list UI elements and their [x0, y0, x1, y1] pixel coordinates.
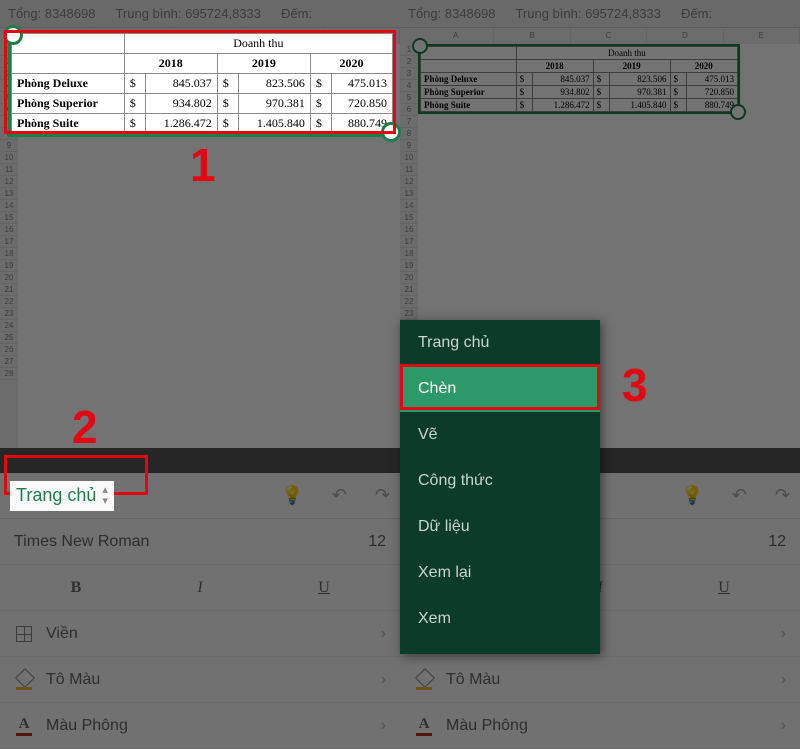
- chevron-right-icon: ›: [381, 625, 386, 643]
- menu-item-data[interactable]: Dữ liệu: [400, 504, 600, 550]
- font-name[interactable]: Times New Roman: [14, 533, 149, 551]
- fill-label: Tô Màu: [46, 671, 100, 689]
- menu-item-draw[interactable]: Vẽ: [400, 412, 600, 458]
- fill-option[interactable]: Tô Màu ›: [0, 657, 400, 703]
- right-pane: Tổng: 8348698 Trung bình: 695724,8333 Đế…: [400, 0, 800, 749]
- undo-icon[interactable]: ↶: [732, 485, 747, 506]
- ribbon-tab-label: Trang chủ: [16, 485, 96, 506]
- chevron-right-icon: ›: [781, 671, 786, 689]
- menu-item-formulas[interactable]: Công thức: [400, 458, 600, 504]
- menu-item-home[interactable]: Trang chủ: [400, 320, 600, 366]
- col-header[interactable]: E: [724, 28, 800, 44]
- font-size[interactable]: 12: [768, 533, 786, 551]
- status-bar: Tổng: 8348698 Trung bình: 695724,8333 Đế…: [400, 0, 800, 28]
- undo-icon[interactable]: ↶: [332, 485, 347, 506]
- lightbulb-icon[interactable]: 💡: [681, 485, 703, 506]
- fill-icon: [414, 670, 434, 690]
- annotation-number-3: 3: [622, 358, 648, 412]
- chevron-right-icon: ›: [781, 625, 786, 643]
- data-table[interactable]: Doanh thu201820192020Phòng Deluxe$845.03…: [418, 44, 740, 114]
- lightbulb-icon[interactable]: 💡: [281, 485, 303, 506]
- selection-handle-icon[interactable]: [3, 25, 23, 45]
- ribbon-tab-selector[interactable]: Trang chủ ▴▾: [10, 481, 114, 511]
- fontcolor-icon: A: [14, 716, 34, 736]
- fontcolor-label: Màu Phông: [446, 717, 528, 735]
- chevron-right-icon: ›: [381, 717, 386, 735]
- border-icon: [14, 624, 34, 644]
- selection-handle-icon[interactable]: [412, 38, 428, 54]
- col-header[interactable]: B: [494, 28, 570, 44]
- italic-button[interactable]: I: [180, 579, 220, 597]
- underline-button[interactable]: U: [704, 579, 744, 597]
- fontcolor-label: Màu Phông: [46, 717, 128, 735]
- fontcolor-icon: A: [414, 716, 434, 736]
- sum-label: Tổng: 8348698: [408, 6, 495, 21]
- status-bar: Tổng: 8348698 Trung bình: 695724,8333 Đế…: [0, 0, 400, 28]
- fontcolor-option[interactable]: A Màu Phông ›: [400, 703, 800, 749]
- menu-item-insert[interactable]: Chèn: [400, 366, 600, 412]
- fill-option[interactable]: Tô Màu ›: [400, 657, 800, 703]
- bold-button[interactable]: B: [56, 579, 96, 597]
- chevron-right-icon: ›: [781, 717, 786, 735]
- chevron-right-icon: ›: [381, 671, 386, 689]
- avg-label: Trung bình: 695724,8333: [115, 6, 261, 21]
- border-label: Viền: [46, 625, 78, 643]
- chevron-updown-icon: ▴▾: [102, 485, 108, 507]
- col-header[interactable]: A: [418, 28, 494, 44]
- selection-handle-icon[interactable]: [381, 122, 401, 142]
- fontcolor-option[interactable]: A Màu Phông ›: [0, 703, 400, 749]
- ribbon: Trang chủ ▴▾ 💡 ↶ ↷ Times New Roman 12 B …: [0, 473, 400, 749]
- underline-button[interactable]: U: [304, 579, 344, 597]
- col-header[interactable]: D: [647, 28, 723, 44]
- fill-icon: [14, 670, 34, 690]
- annotation-number-2: 2: [72, 400, 98, 454]
- tab-dropdown-menu[interactable]: Trang chủ Chèn Vẽ Công thức Dữ liệu Xem …: [400, 320, 600, 654]
- col-header[interactable]: C: [571, 28, 647, 44]
- sum-label: Tổng: 8348698: [8, 6, 95, 21]
- fill-label: Tô Màu: [446, 671, 500, 689]
- redo-icon[interactable]: ↷: [375, 485, 390, 506]
- menu-item-view[interactable]: Xem: [400, 596, 600, 642]
- selected-table-highlight[interactable]: Doanh thu201820192020Phòng Deluxe$845.03…: [8, 30, 396, 137]
- annotation-number-1: 1: [190, 138, 216, 192]
- font-size[interactable]: 12: [368, 533, 386, 551]
- selection-handle-icon[interactable]: [730, 104, 746, 120]
- avg-label: Trung bình: 695724,8333: [515, 6, 661, 21]
- left-pane: Tổng: 8348698 Trung bình: 695724,8333 Đế…: [0, 0, 400, 749]
- count-label: Đếm:: [681, 6, 712, 21]
- border-option[interactable]: Viền ›: [0, 611, 400, 657]
- count-label: Đếm:: [281, 6, 312, 21]
- redo-icon[interactable]: ↷: [775, 485, 790, 506]
- menu-item-review[interactable]: Xem lại: [400, 550, 600, 596]
